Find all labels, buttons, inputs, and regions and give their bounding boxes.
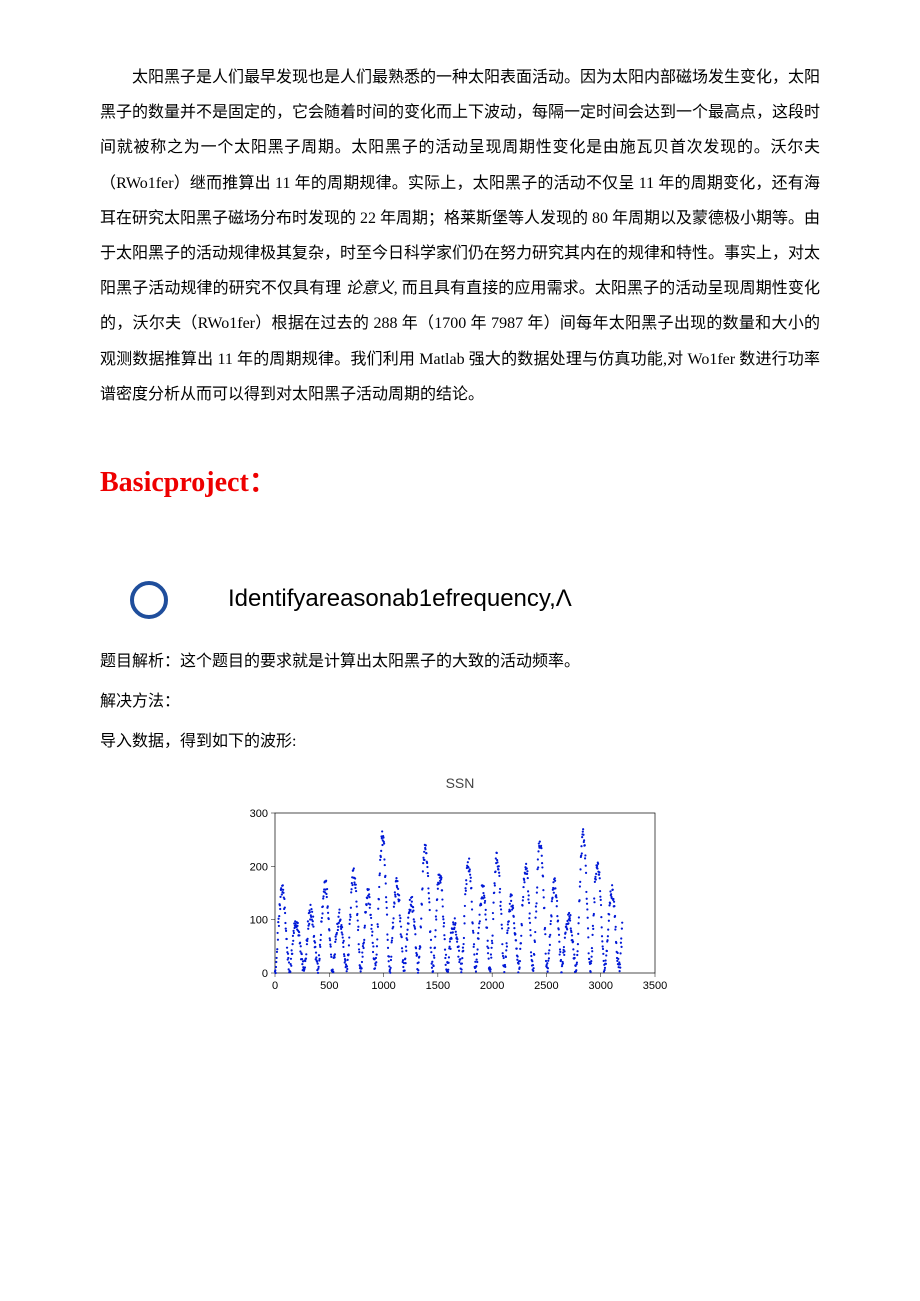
svg-text:3500: 3500 — [643, 980, 667, 992]
bullet-text: Identifyareasonab1efrequency,Λ — [228, 573, 572, 626]
ssn-chart: SSN 0 100 200 300 0 500 1000 1500 2000 2500 3000 3… — [230, 768, 690, 1003]
svg-text:0: 0 — [272, 980, 278, 992]
intro-italic: 论意义, — [345, 280, 397, 297]
svg-text:100: 100 — [250, 915, 268, 927]
intro-paragraph: 太阳黑子是人们最早发现也是人们最熟悉的一种太阳表面活动。因为太阳内部磁场发生变化… — [100, 60, 820, 412]
svg-text:300: 300 — [250, 808, 268, 820]
bullet-circle-icon — [130, 581, 168, 619]
bullet-item: Identifyareasonab1efrequency,Λ — [130, 573, 820, 626]
svg-text:1000: 1000 — [371, 980, 395, 992]
intro-part1: 太阳黑子是人们最早发现也是人们最熟悉的一种太阳表面活动。因为太阳内部磁场发生变化… — [100, 69, 820, 297]
svg-text:2500: 2500 — [534, 980, 558, 992]
chart-title: SSN — [230, 768, 690, 799]
svg-text:2000: 2000 — [480, 980, 504, 992]
problem-analysis: 题目解析：这个题目的要求就是计算出太阳黑子的大致的活动频率。 — [100, 646, 820, 678]
section-heading: Basicproject： — [100, 452, 820, 514]
chart-svg: 0 100 200 300 0 500 1000 1500 2000 2500 3000 3500 — [230, 803, 690, 1003]
svg-text:3000: 3000 — [588, 980, 612, 992]
svg-text:500: 500 — [320, 980, 338, 992]
svg-text:1500: 1500 — [426, 980, 450, 992]
solution-label: 解决方法： — [100, 686, 820, 718]
svg-text:200: 200 — [250, 861, 268, 873]
import-data-text: 导入数据，得到如下的波形: — [100, 726, 820, 758]
svg-text:0: 0 — [262, 968, 268, 980]
intro-part2: 而且具有直接的应用需求。太阳黑子的活动呈现周期性变化的，沃尔夫（RWo1fer）… — [100, 280, 820, 403]
